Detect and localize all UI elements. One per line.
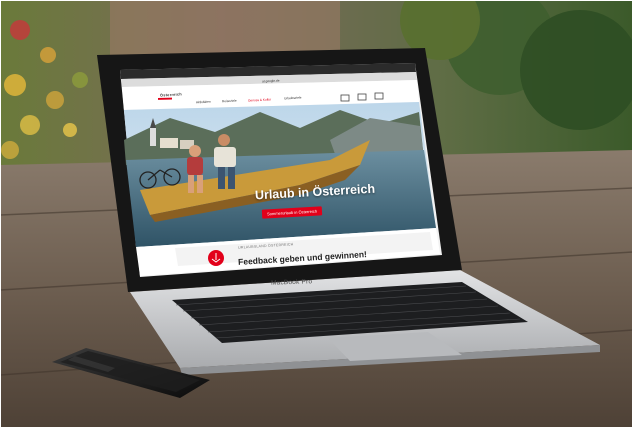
laptop-brand-label: MacBook Pro [270,278,313,287]
nav-item-aktivitaeten: Aktivitäten [195,99,211,105]
logo-mark [158,97,172,100]
nav-item-reiseziele: Reiseziele [221,98,237,104]
photo-scene: at.google.de Österreich Aktivitäten Reis… [0,0,633,428]
